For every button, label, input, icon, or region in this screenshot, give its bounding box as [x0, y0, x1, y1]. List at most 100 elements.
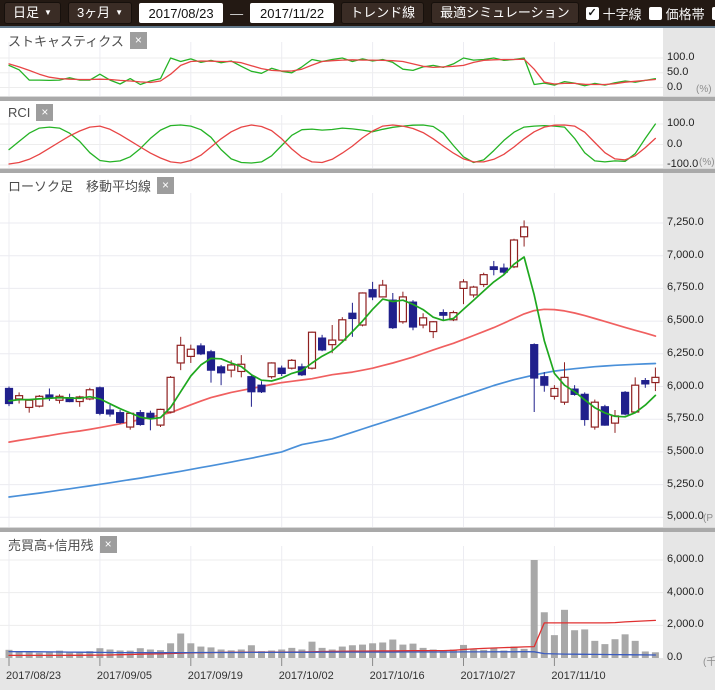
- axis-unit-label: (P: [703, 513, 713, 524]
- y-axis-label: 100.0: [667, 51, 695, 63]
- checkbox-icon[interactable]: [712, 7, 715, 20]
- volume-bar: [521, 649, 528, 658]
- volume-bar: [167, 643, 174, 658]
- volume-bar: [379, 642, 386, 658]
- y-axis-label: 2,000.0: [667, 618, 704, 630]
- timeframe-dropdown[interactable]: 日足▼: [4, 2, 61, 24]
- price-band-checkbox[interactable]: 価格帯: [649, 4, 705, 23]
- stochastics-panel: ストキャスティクス×: [0, 28, 715, 96]
- simulation-button[interactable]: 最適シミュレーション: [431, 2, 578, 24]
- y-axis-label: 4,000.0: [667, 586, 704, 598]
- y-axis-label: 7,000.0: [667, 249, 704, 261]
- close-icon[interactable]: ×: [100, 536, 117, 553]
- candlestick-title: ローソク足 移動平均線: [8, 176, 151, 195]
- volume-y-axis: 6,000.04,000.02,000.00.0(千: [663, 532, 715, 690]
- candle-up: [480, 275, 487, 285]
- candle-up: [36, 396, 43, 406]
- chart-application: 日足▼ 3ヶ月▼ — トレンド線 最適シミュレーション ✓十字線 価格帯 シミュ…: [0, 0, 715, 690]
- candle-down: [622, 392, 629, 414]
- volume-bar: [238, 650, 245, 658]
- y-axis-label: 7,250.0: [667, 216, 704, 228]
- x-axis-label: 2017/08/23: [6, 670, 61, 682]
- close-icon[interactable]: ×: [36, 104, 53, 121]
- y-axis-label: 0.0: [667, 81, 682, 93]
- candle-up: [187, 349, 194, 356]
- candle-up: [127, 413, 134, 427]
- simulation-checkbox[interactable]: シミュレー: [712, 4, 715, 23]
- period-dropdown[interactable]: 3ヶ月▼: [68, 2, 132, 24]
- price-y-axis: 7,250.07,000.06,750.06,500.06,250.06,000…: [663, 173, 715, 527]
- candle-up: [470, 287, 477, 295]
- candle-up: [288, 360, 295, 368]
- volume-bar: [389, 640, 396, 658]
- volume-bar: [228, 650, 235, 658]
- close-icon[interactable]: ×: [130, 32, 147, 49]
- checkbox-icon[interactable]: ✓: [586, 7, 599, 20]
- candle-down: [349, 313, 356, 318]
- candle-down: [389, 300, 396, 327]
- volume-bar: [319, 648, 326, 658]
- candle-up: [16, 396, 23, 399]
- chevron-down-icon: ▼: [115, 3, 123, 23]
- date-to-input[interactable]: [250, 3, 334, 23]
- candle-up: [177, 345, 184, 363]
- candle-down: [531, 345, 538, 378]
- x-axis-label: 2017/10/27: [461, 670, 516, 682]
- y-axis-label: 5,000.0: [667, 510, 704, 522]
- candle-down: [218, 367, 225, 373]
- y-axis-label: 0.0: [667, 138, 682, 150]
- y-axis-label: 0.0: [667, 651, 682, 663]
- close-icon[interactable]: ×: [157, 177, 174, 194]
- volume-bar: [309, 642, 316, 658]
- candlestick-chart[interactable]: [0, 173, 663, 527]
- y-axis-label: 5,500.0: [667, 445, 704, 457]
- candle-down: [137, 413, 144, 425]
- y-axis-label: 6,750.0: [667, 281, 704, 293]
- candle-down: [642, 381, 649, 384]
- y-axis-label: -100.0: [667, 158, 698, 168]
- ma-long-line: [9, 364, 655, 498]
- candle-down: [278, 368, 285, 373]
- chevron-down-icon: ▼: [44, 3, 52, 23]
- y-axis-label: 5,750.0: [667, 412, 704, 424]
- y-axis-label: 6,500.0: [667, 314, 704, 326]
- checkbox-icon[interactable]: [649, 7, 662, 20]
- y-axis-label: 100.0: [667, 117, 695, 129]
- candle-up: [652, 377, 659, 382]
- y-axis-label: 50.0: [667, 66, 688, 78]
- volume-bar: [177, 634, 184, 658]
- toolbar: 日足▼ 3ヶ月▼ — トレンド線 最適シミュレーション ✓十字線 価格帯 シミュ…: [0, 0, 715, 28]
- crosshair-checkbox[interactable]: ✓十字線: [586, 4, 642, 23]
- candle-up: [420, 318, 427, 325]
- volume-bar: [591, 641, 598, 658]
- timeframe-label: 日足: [13, 3, 39, 23]
- volume-chart[interactable]: 2017/08/232017/09/052017/09/192017/10/02…: [0, 532, 663, 690]
- rci-chart[interactable]: [0, 101, 663, 168]
- candle-up: [339, 320, 346, 340]
- volume-bar: [218, 650, 225, 658]
- trendline-button[interactable]: トレンド線: [341, 2, 424, 24]
- volume-bar: [96, 648, 103, 658]
- candle-up: [228, 365, 235, 370]
- candle-up: [430, 322, 437, 332]
- candle-down: [208, 352, 215, 370]
- y-axis-label: 5,250.0: [667, 478, 704, 490]
- candle-down: [117, 413, 124, 423]
- volume-bar: [480, 650, 487, 658]
- candle-down: [541, 377, 548, 386]
- candle-down: [258, 385, 265, 392]
- volume-title: 売買高+信用残: [8, 535, 94, 554]
- rci-title: RCI: [8, 105, 30, 120]
- x-axis-label: 2017/09/19: [188, 670, 243, 682]
- volume-bar: [490, 648, 497, 658]
- candle-down: [490, 267, 497, 270]
- date-from-input[interactable]: [139, 3, 223, 23]
- rci-panel: RCI ×: [0, 101, 715, 168]
- candlestick-panel: ローソク足 移動平均線 ×: [0, 173, 715, 527]
- candle-down: [369, 290, 376, 297]
- candle-down: [319, 338, 326, 350]
- candle-down: [248, 377, 255, 392]
- x-axis-label: 2017/09/05: [97, 670, 152, 682]
- x-axis-label: 2017/10/16: [370, 670, 425, 682]
- date-range-separator: —: [230, 6, 243, 21]
